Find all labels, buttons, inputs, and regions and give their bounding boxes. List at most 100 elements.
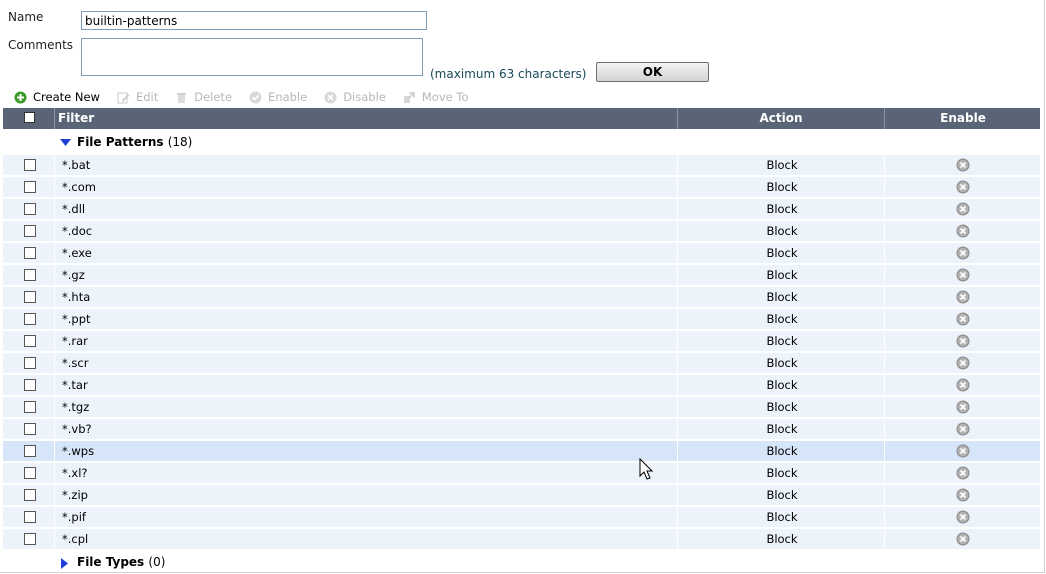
row-checkbox[interactable] <box>24 423 36 435</box>
column-divider <box>677 331 678 352</box>
table-row[interactable]: *.cpl Block <box>3 529 1040 550</box>
row-checkbox[interactable] <box>24 511 36 523</box>
comments-label: Comments <box>8 38 74 52</box>
row-filter: *.zip <box>62 488 88 502</box>
column-divider <box>677 397 678 418</box>
comments-input[interactable] <box>81 38 423 76</box>
column-divider <box>677 507 678 528</box>
table-row[interactable]: *.gz Block <box>3 265 1040 286</box>
table-row[interactable]: *.dll Block <box>3 199 1040 220</box>
row-checkbox[interactable] <box>24 159 36 171</box>
disabled-x-circle-icon[interactable] <box>956 532 970 546</box>
disabled-x-circle-icon[interactable] <box>956 268 970 282</box>
row-filter: *.wps <box>62 444 95 458</box>
table-row[interactable]: *.ppt Block <box>3 309 1040 330</box>
column-divider <box>54 441 55 462</box>
enable-button[interactable]: Enable <box>249 90 307 104</box>
disabled-x-circle-icon[interactable] <box>956 224 970 238</box>
row-checkbox[interactable] <box>24 445 36 457</box>
move-to-button[interactable]: Move To <box>403 90 469 104</box>
edit-button[interactable]: Edit <box>117 90 158 104</box>
column-header-enable[interactable]: Enable <box>884 108 1041 129</box>
disable-button[interactable]: Disable <box>324 90 386 104</box>
row-filter: *.exe <box>62 246 92 260</box>
group-label: File Types (0) <box>77 555 165 569</box>
column-divider <box>54 309 55 330</box>
row-checkbox[interactable] <box>24 225 36 237</box>
disabled-x-circle-icon[interactable] <box>956 312 970 326</box>
group-file-types[interactable]: File Types (0) <box>3 552 1040 574</box>
table-row[interactable]: *.vb? Block <box>3 419 1040 440</box>
table-row[interactable]: *.pif Block <box>3 507 1040 528</box>
disabled-x-circle-icon[interactable] <box>956 466 970 480</box>
table-row[interactable]: *.tar Block <box>3 375 1040 396</box>
select-all-checkbox[interactable] <box>24 112 35 123</box>
disabled-x-circle-icon[interactable] <box>956 488 970 502</box>
group-count: (0) <box>148 555 166 569</box>
row-checkbox[interactable] <box>24 401 36 413</box>
row-filter: *.xl? <box>62 466 88 480</box>
table-row[interactable]: *.zip Block <box>3 485 1040 506</box>
disabled-x-circle-icon[interactable] <box>956 290 970 304</box>
row-checkbox[interactable] <box>24 489 36 501</box>
table-row[interactable]: *.bat Block <box>3 155 1040 176</box>
disabled-x-circle-icon[interactable] <box>956 400 970 414</box>
disabled-x-circle-icon[interactable] <box>956 158 970 172</box>
group-file-patterns[interactable]: File Patterns (18) <box>3 132 1040 154</box>
row-checkbox[interactable] <box>24 313 36 325</box>
table-row[interactable]: *.tgz Block <box>3 397 1040 418</box>
row-filter: *.rar <box>62 334 88 348</box>
row-checkbox[interactable] <box>24 181 36 193</box>
row-checkbox[interactable] <box>24 247 36 259</box>
column-header-filter[interactable]: Filter <box>54 108 680 129</box>
table-row[interactable]: *.exe Block <box>3 243 1040 264</box>
table-row[interactable]: *.com Block <box>3 177 1040 198</box>
row-action: Block <box>766 378 798 392</box>
collapse-arrow-icon[interactable] <box>60 139 71 146</box>
delete-button[interactable]: Delete <box>175 90 232 104</box>
column-divider <box>677 309 678 330</box>
column-divider <box>677 243 678 264</box>
row-checkbox[interactable] <box>24 269 36 281</box>
row-checkbox[interactable] <box>24 467 36 479</box>
row-checkbox[interactable] <box>24 291 36 303</box>
disabled-x-circle-icon[interactable] <box>956 202 970 216</box>
table-row[interactable]: *.scr Block <box>3 353 1040 374</box>
row-checkbox[interactable] <box>24 357 36 369</box>
row-checkbox[interactable] <box>24 335 36 347</box>
table-row[interactable]: *.wps Block <box>3 441 1040 462</box>
column-divider <box>677 155 678 176</box>
toolbar: Create New Edit Delete Enable Disable Mo… <box>14 89 485 105</box>
disabled-x-circle-icon[interactable] <box>956 356 970 370</box>
disabled-x-circle-icon[interactable] <box>956 246 970 260</box>
column-divider <box>54 155 55 176</box>
row-action: Block <box>766 444 798 458</box>
plus-circle-icon <box>14 91 27 104</box>
table-row[interactable]: *.hta Block <box>3 287 1040 308</box>
delete-label: Delete <box>194 90 233 104</box>
column-divider <box>677 221 678 242</box>
name-input[interactable] <box>81 11 427 30</box>
row-checkbox[interactable] <box>24 203 36 215</box>
expand-arrow-icon[interactable] <box>61 558 68 569</box>
disabled-x-circle-icon[interactable] <box>956 444 970 458</box>
table-row[interactable]: *.xl? Block <box>3 463 1040 484</box>
disabled-x-circle-icon[interactable] <box>956 180 970 194</box>
row-filter: *.pif <box>62 510 86 524</box>
column-header-action[interactable]: Action <box>677 108 884 129</box>
table-row[interactable]: *.rar Block <box>3 331 1040 352</box>
disabled-x-circle-icon[interactable] <box>956 422 970 436</box>
row-checkbox[interactable] <box>24 533 36 545</box>
disabled-x-circle-icon[interactable] <box>956 334 970 348</box>
row-action: Block <box>766 246 798 260</box>
table-row[interactable]: *.doc Block <box>3 221 1040 242</box>
pencil-icon <box>117 91 130 104</box>
column-divider <box>54 507 55 528</box>
move-to-label: Move To <box>421 90 469 104</box>
create-new-button[interactable]: Create New <box>14 90 100 104</box>
row-filter: *.gz <box>62 268 85 282</box>
disabled-x-circle-icon[interactable] <box>956 510 970 524</box>
disabled-x-circle-icon[interactable] <box>956 378 970 392</box>
row-checkbox[interactable] <box>24 379 36 391</box>
ok-button[interactable]: OK <box>596 62 709 82</box>
